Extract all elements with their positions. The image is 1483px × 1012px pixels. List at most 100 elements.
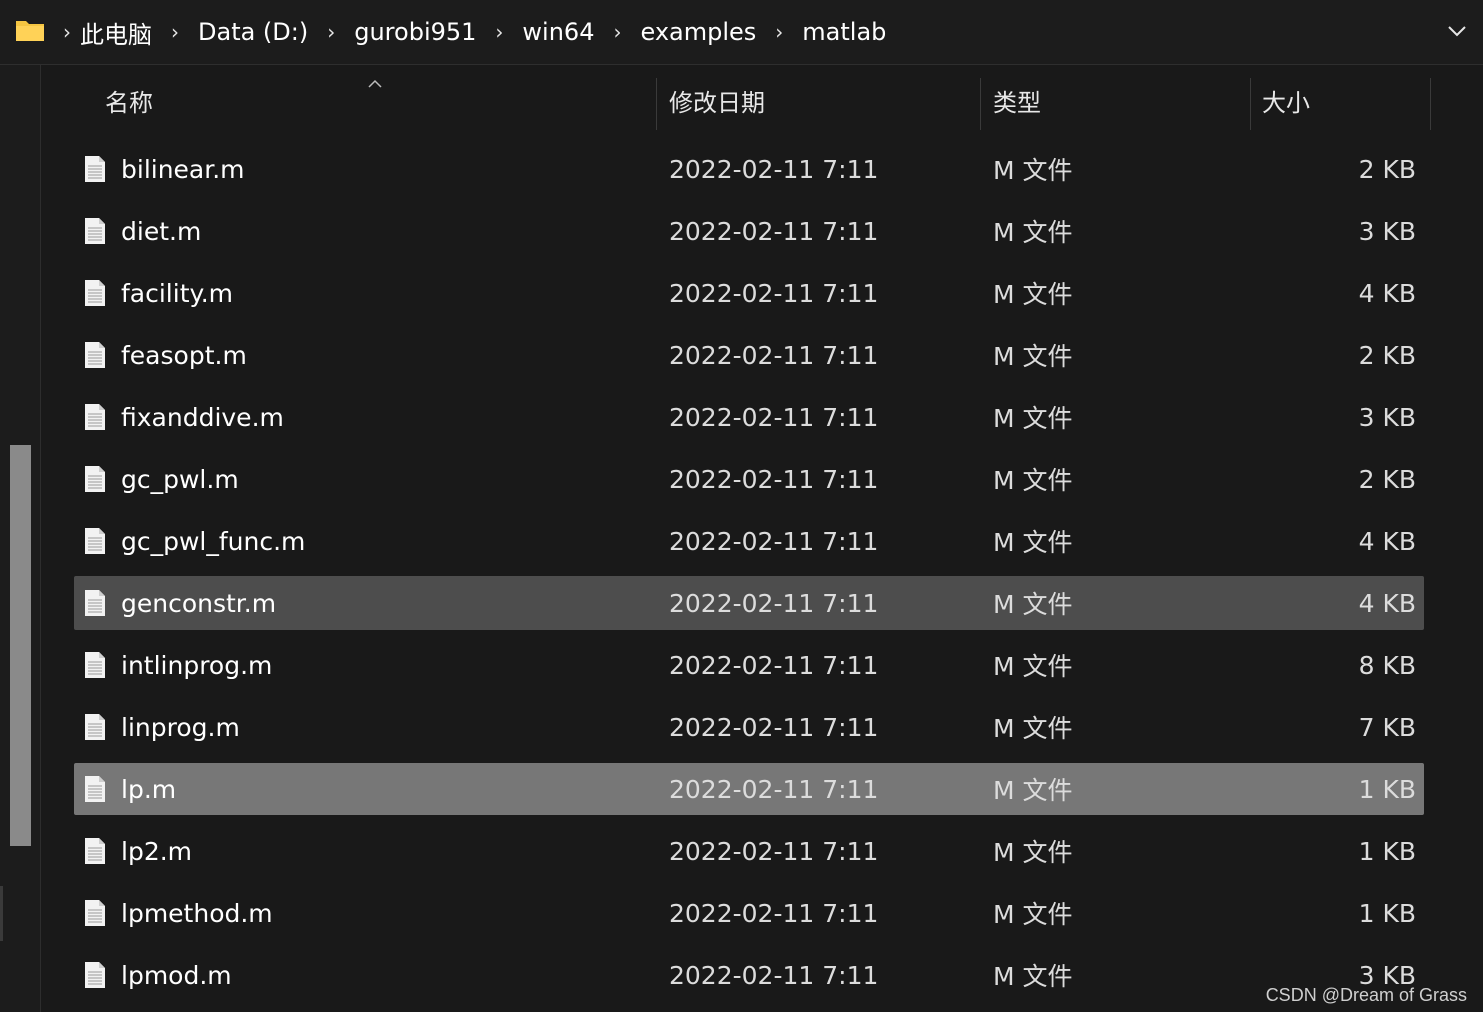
- file-date: 2022-02-11 7:11: [669, 402, 879, 432]
- watermark: CSDN @Dream of Grass: [1265, 985, 1467, 1005]
- file-type: M 文件: [993, 590, 1073, 619]
- file-row[interactable]: lpmod.m 2022-02-11 7:11 M 文件 3 KB: [74, 944, 1424, 1006]
- file-date: 2022-02-11 7:11: [669, 526, 879, 556]
- file-type: M 文件: [993, 652, 1073, 681]
- column-header-date[interactable]: 修改日期: [669, 66, 765, 126]
- file-type: M 文件: [993, 838, 1073, 867]
- file-row[interactable]: lp2.m 2022-02-11 7:11 M 文件 1 KB: [74, 820, 1424, 882]
- document-icon: [84, 882, 106, 944]
- document-icon: [84, 634, 106, 696]
- folder-icon: [15, 18, 45, 46]
- breadcrumb-item-win64[interactable]: win64: [512, 18, 604, 46]
- file-name[interactable]: bilinear.m: [121, 138, 245, 200]
- file-type: M 文件: [993, 528, 1073, 557]
- file-size: 2 KB: [1358, 154, 1416, 184]
- file-size: 4 KB: [1358, 588, 1416, 618]
- file-row[interactable]: linprog.m 2022-02-11 7:11 M 文件 7 KB: [74, 696, 1424, 758]
- file-type: M 文件: [993, 900, 1073, 929]
- file-row[interactable]: bilinear.m 2022-02-11 7:11 M 文件 2 KB: [74, 138, 1424, 200]
- file-type: M 文件: [993, 714, 1073, 743]
- file-row[interactable]: lp.m 2022-02-11 7:11 M 文件 1 KB: [74, 763, 1424, 815]
- file-row[interactable]: genconstr.m 2022-02-11 7:11 M 文件 4 KB: [74, 576, 1424, 630]
- column-header: 名称 修改日期 类型 大小: [74, 66, 1434, 140]
- file-type: M 文件: [993, 218, 1073, 247]
- column-divider[interactable]: [656, 78, 657, 130]
- file-size: 1 KB: [1358, 836, 1416, 866]
- column-divider[interactable]: [980, 78, 981, 130]
- file-name[interactable]: gc_pwl.m: [121, 448, 239, 510]
- file-type: M 文件: [993, 280, 1073, 309]
- nav-scrollbar-track[interactable]: [0, 886, 3, 941]
- file-date: 2022-02-11 7:11: [669, 340, 879, 370]
- chevron-right-icon[interactable]: ›: [318, 20, 344, 44]
- file-size: 2 KB: [1358, 464, 1416, 494]
- document-icon: [84, 448, 106, 510]
- document-icon: [84, 944, 106, 1006]
- breadcrumb-item-gurobi[interactable]: gurobi951: [344, 18, 486, 46]
- chevron-right-icon[interactable]: ›: [604, 20, 630, 44]
- file-name[interactable]: gc_pwl_func.m: [121, 510, 305, 572]
- file-row[interactable]: diet.m 2022-02-11 7:11 M 文件 3 KB: [74, 200, 1424, 262]
- column-header-size[interactable]: 大小: [1262, 66, 1310, 126]
- file-row[interactable]: gc_pwl.m 2022-02-11 7:11 M 文件 2 KB: [74, 448, 1424, 510]
- file-size: 7 KB: [1358, 712, 1416, 742]
- file-date: 2022-02-11 7:11: [669, 650, 879, 680]
- file-date: 2022-02-11 7:11: [669, 278, 879, 308]
- file-type: M 文件: [993, 156, 1073, 185]
- breadcrumb-item-drive[interactable]: Data (D:): [188, 18, 318, 46]
- chevron-right-icon[interactable]: ›: [162, 20, 188, 44]
- breadcrumb: › 此电脑 › Data (D:) › gurobi951 › win64 › …: [54, 0, 896, 64]
- file-name[interactable]: feasopt.m: [121, 324, 247, 386]
- file-size: 4 KB: [1358, 526, 1416, 556]
- address-bar[interactable]: › 此电脑 › Data (D:) › gurobi951 › win64 › …: [0, 0, 1483, 65]
- breadcrumb-item-examples[interactable]: examples: [630, 18, 766, 46]
- file-date: 2022-02-11 7:11: [669, 154, 879, 184]
- file-name[interactable]: diet.m: [121, 200, 201, 262]
- nav-scrollbar-thumb[interactable]: [10, 445, 31, 846]
- document-icon: [84, 820, 106, 882]
- file-row[interactable]: lpmethod.m 2022-02-11 7:11 M 文件 1 KB: [74, 882, 1424, 944]
- chevron-up-icon: [368, 74, 382, 93]
- file-row[interactable]: facility.m 2022-02-11 7:11 M 文件 4 KB: [74, 262, 1424, 324]
- file-name[interactable]: facility.m: [121, 262, 233, 324]
- column-divider[interactable]: [1250, 78, 1251, 130]
- file-name[interactable]: lpmod.m: [121, 944, 232, 1006]
- file-name[interactable]: intlinprog.m: [121, 634, 272, 696]
- chevron-right-icon[interactable]: ›: [54, 20, 80, 44]
- file-type: M 文件: [993, 466, 1073, 495]
- file-name[interactable]: fixanddive.m: [121, 386, 284, 448]
- file-name[interactable]: genconstr.m: [121, 576, 276, 630]
- file-size: 1 KB: [1358, 898, 1416, 928]
- file-size: 1 KB: [1358, 774, 1416, 804]
- document-icon: [84, 262, 106, 324]
- chevron-right-icon[interactable]: ›: [486, 20, 512, 44]
- breadcrumb-item-this-pc[interactable]: 此电脑: [80, 15, 162, 50]
- file-name[interactable]: linprog.m: [121, 696, 240, 758]
- document-icon: [84, 576, 106, 630]
- document-icon: [84, 386, 106, 448]
- document-icon: [84, 763, 106, 815]
- file-size: 8 KB: [1358, 650, 1416, 680]
- file-row[interactable]: fixanddive.m 2022-02-11 7:11 M 文件 3 KB: [74, 386, 1424, 448]
- file-date: 2022-02-11 7:11: [669, 712, 879, 742]
- file-row[interactable]: feasopt.m 2022-02-11 7:11 M 文件 2 KB: [74, 324, 1424, 386]
- file-name[interactable]: lp.m: [121, 763, 176, 815]
- file-date: 2022-02-11 7:11: [669, 898, 879, 928]
- file-date: 2022-02-11 7:11: [669, 216, 879, 246]
- file-type: M 文件: [993, 962, 1073, 991]
- file-size: 2 KB: [1358, 340, 1416, 370]
- chevron-down-icon[interactable]: [1446, 20, 1468, 42]
- document-icon: [84, 324, 106, 386]
- column-header-name[interactable]: 名称: [105, 66, 153, 126]
- file-name[interactable]: lp2.m: [121, 820, 192, 882]
- file-type: M 文件: [993, 776, 1073, 805]
- file-name[interactable]: lpmethod.m: [121, 882, 273, 944]
- file-row[interactable]: gc_pwl_func.m 2022-02-11 7:11 M 文件 4 KB: [74, 510, 1424, 572]
- column-divider[interactable]: [1430, 78, 1431, 130]
- document-icon: [84, 510, 106, 572]
- file-date: 2022-02-11 7:11: [669, 464, 879, 494]
- breadcrumb-item-matlab[interactable]: matlab: [792, 18, 896, 46]
- file-row[interactable]: intlinprog.m 2022-02-11 7:11 M 文件 8 KB: [74, 634, 1424, 696]
- column-header-type[interactable]: 类型: [993, 66, 1041, 126]
- chevron-right-icon[interactable]: ›: [766, 20, 792, 44]
